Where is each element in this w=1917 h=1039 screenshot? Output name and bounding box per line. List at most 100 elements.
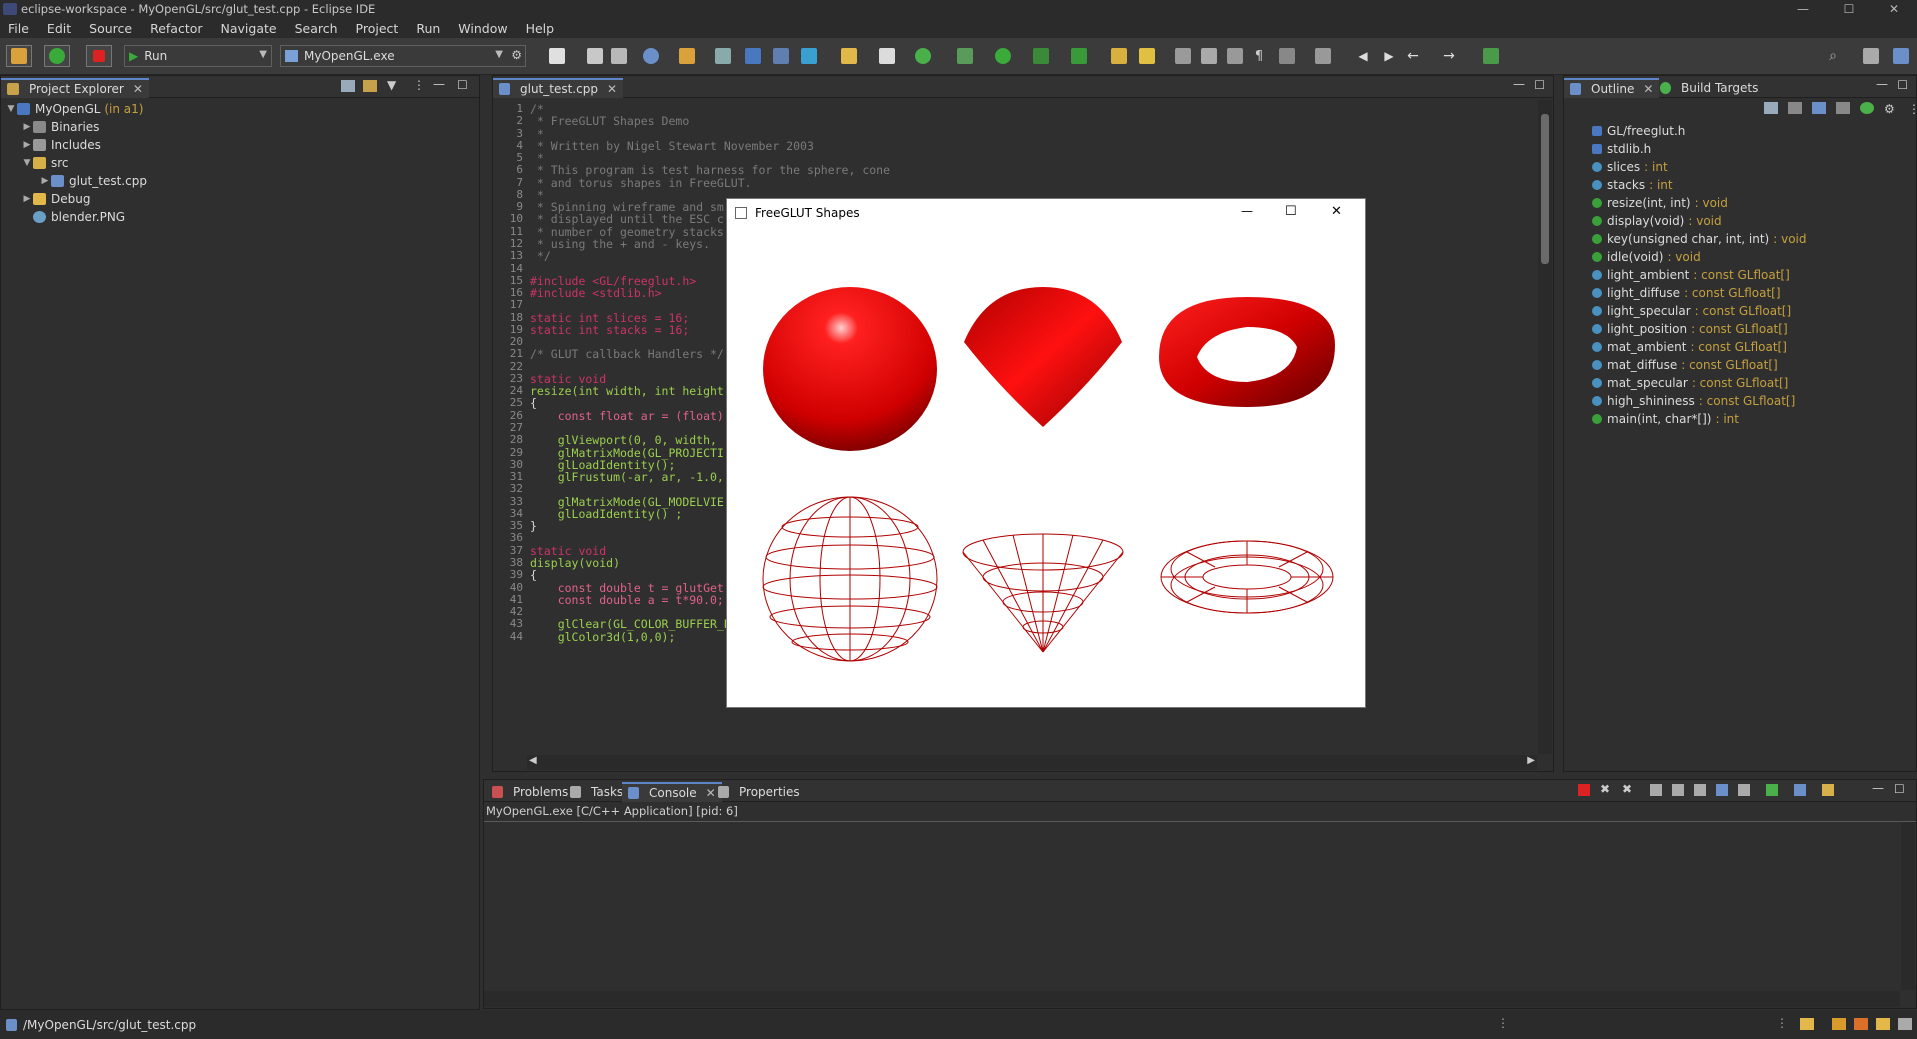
build-all-button[interactable] (678, 47, 696, 65)
build-button[interactable] (6, 45, 32, 67)
outline-item[interactable]: mat_diffuse: const GLfloat[] (1564, 356, 1916, 374)
launch-button[interactable] (44, 45, 70, 67)
remove-all-icon[interactable]: ✖ (1622, 782, 1632, 796)
link-editor-icon[interactable] (363, 80, 377, 92)
settings-button[interactable] (642, 47, 660, 65)
calc-button[interactable] (714, 47, 732, 65)
toggle-button-3[interactable] (1226, 47, 1244, 65)
collapse-all-icon[interactable] (1764, 102, 1778, 114)
back-button[interactable]: ← (1404, 47, 1422, 65)
debug-button[interactable] (956, 47, 974, 65)
notification-icon[interactable] (1832, 1018, 1846, 1030)
menu-window[interactable]: Window (450, 21, 517, 36)
outline-item[interactable]: main(int, char*[]): int (1564, 410, 1916, 428)
hide-nonpublic-icon[interactable] (1860, 102, 1874, 114)
progress-icon[interactable] (1800, 1018, 1814, 1030)
outline-item[interactable]: high_shininess: const GLfloat[] (1564, 392, 1916, 410)
new-class-button[interactable] (800, 47, 818, 65)
forward-button[interactable]: → (1440, 47, 1458, 65)
cpp-perspective-button[interactable] (1892, 47, 1910, 65)
maximize-button[interactable]: ☐ (1826, 0, 1872, 18)
toggle-button-2[interactable] (1200, 47, 1218, 65)
launch-target-select[interactable]: MyOpenGL.exe ▼ ⚙ (280, 45, 526, 67)
sync-icon[interactable]: ⚙ (1884, 102, 1898, 116)
minimize-view-icon[interactable]: — (1513, 77, 1525, 91)
remove-launch-icon[interactable]: ✖ (1600, 782, 1610, 796)
tree-item-glut-test[interactable]: ▶ glut_test.cpp (1, 172, 479, 190)
glut-maximize-button[interactable]: ☐ (1285, 204, 1297, 219)
tree-item-binaries[interactable]: ▶ Binaries (1, 118, 479, 136)
task-icon[interactable] (1876, 1018, 1890, 1030)
tab-project-explorer[interactable]: Project Explorer ✕ (1, 78, 149, 98)
view-menu-icon[interactable]: ⋮ (413, 78, 425, 92)
terminate-button[interactable] (86, 45, 112, 67)
minimize-button[interactable]: — (1780, 0, 1826, 18)
minimize-view-icon[interactable]: — (1876, 77, 1888, 91)
menu-project[interactable]: Project (348, 21, 409, 36)
view-menu-icon[interactable]: ⋮ (1908, 102, 1917, 116)
close-button[interactable]: ✕ (1871, 0, 1917, 18)
outline-item[interactable]: GL/freeglut.h (1564, 122, 1916, 140)
word-wrap-icon[interactable] (1694, 784, 1706, 796)
run-button[interactable] (994, 47, 1012, 65)
collapse-all-icon[interactable] (341, 80, 355, 92)
outline-item[interactable]: resize(int, int): void (1564, 194, 1916, 212)
minimize-view-icon[interactable]: — (1872, 781, 1884, 795)
outline-item[interactable]: light_ambient: const GLfloat[] (1564, 266, 1916, 284)
new-source-button[interactable] (878, 47, 896, 65)
menu-search[interactable]: Search (287, 21, 348, 36)
menu-file[interactable]: File (0, 21, 39, 36)
new-console-icon[interactable] (1822, 784, 1834, 796)
launch-mode-select[interactable]: ▶ Run ▼ (124, 45, 272, 67)
perspective-button[interactable] (1862, 47, 1880, 65)
filter-icon[interactable]: ▼ (387, 78, 396, 92)
annotation-button[interactable] (1278, 47, 1296, 65)
menu-help[interactable]: Help (518, 21, 565, 36)
outline-item[interactable]: display(void): void (1564, 212, 1916, 230)
prev-annotation-button[interactable] (1314, 47, 1332, 65)
pen-button[interactable] (1138, 47, 1156, 65)
close-icon[interactable]: ✕ (607, 82, 617, 96)
scroll-lock-icon[interactable] (1672, 784, 1684, 796)
terminate-icon[interactable] (1578, 784, 1590, 796)
minimize-view-icon[interactable]: — (433, 77, 445, 91)
tree-item-src[interactable]: ▼ src (1, 154, 479, 172)
outline-item[interactable]: stdlib.h (1564, 140, 1916, 158)
maximize-view-icon[interactable]: ☐ (1534, 78, 1545, 92)
pin-button[interactable] (1482, 47, 1500, 65)
toggle-button-1[interactable] (1174, 47, 1192, 65)
glut-minimize-button[interactable]: — (1241, 204, 1253, 218)
editor-vertical-scrollbar[interactable] (1538, 100, 1552, 754)
console-horizontal-scrollbar[interactable] (484, 991, 1900, 1007)
gear-icon[interactable]: ⚙ (511, 48, 522, 62)
refresh-button[interactable] (914, 47, 932, 65)
tab-build-targets[interactable]: Build Targets (1654, 78, 1764, 98)
memory-icon[interactable] (1898, 1018, 1912, 1030)
tab-console[interactable]: Console ✕ (622, 782, 722, 802)
pin-console-icon[interactable] (1738, 784, 1750, 796)
tab-glut-test[interactable]: glut_test.cpp ✕ (493, 78, 624, 98)
menu-run[interactable]: Run (408, 21, 450, 36)
save-all-button[interactable] (610, 47, 628, 65)
tree-item-includes[interactable]: ▶ Includes (1, 136, 479, 154)
outline-item[interactable]: mat_ambient: const GLfloat[] (1564, 338, 1916, 356)
outline-item[interactable]: key(unsigned char, int, int): void (1564, 230, 1916, 248)
close-icon[interactable]: ✕ (1643, 82, 1653, 96)
outline-item[interactable]: slices: int (1564, 158, 1916, 176)
sort-icon[interactable] (1788, 102, 1802, 114)
display-console-icon[interactable] (1766, 784, 1778, 796)
outline-item[interactable]: idle(void): void (1564, 248, 1916, 266)
tab-properties[interactable]: Properties (712, 782, 806, 802)
tab-tasks[interactable]: Tasks (564, 782, 629, 802)
glut-close-button[interactable]: ✕ (1331, 204, 1342, 219)
outline-item[interactable]: light_specular: const GLfloat[] (1564, 302, 1916, 320)
whitespace-button[interactable]: ¶ (1250, 47, 1268, 65)
search-button[interactable]: ⌕ (1824, 47, 1842, 65)
outline-item[interactable]: light_position: const GLfloat[] (1564, 320, 1916, 338)
menu-edit[interactable]: Edit (39, 21, 81, 36)
hide-fields-icon[interactable] (1812, 102, 1826, 114)
menu-refactor[interactable]: Refactor (142, 21, 212, 36)
new-button[interactable] (548, 47, 566, 65)
terminal-button[interactable] (744, 47, 762, 65)
clear-console-icon[interactable] (1650, 784, 1662, 796)
